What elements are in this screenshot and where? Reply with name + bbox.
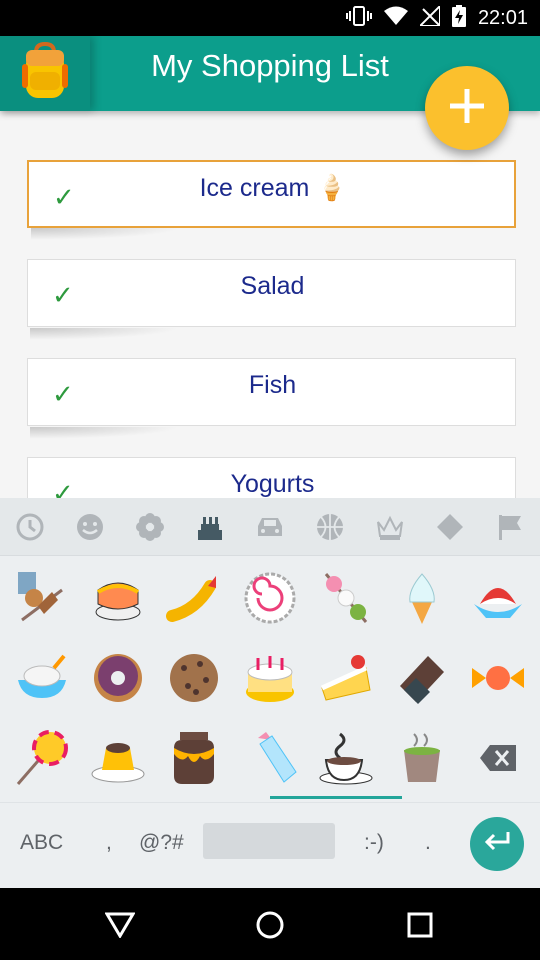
shortcake-icon[interactable] [316, 648, 376, 708]
app-logo [0, 36, 90, 111]
custard-icon[interactable] [88, 728, 148, 788]
diamond-icon[interactable] [433, 510, 467, 544]
emoticon-key[interactable]: :-) [364, 831, 384, 855]
screen: 22:01 My Shopping List ✓ Ice cream 🍦 ✓ S… [0, 0, 540, 960]
flower-icon[interactable] [133, 510, 167, 544]
soft-ice-cream-icon[interactable] [392, 568, 452, 628]
item-label: Ice cream 🍦 [199, 174, 348, 202]
add-item-button[interactable] [425, 66, 509, 150]
smiley-icon[interactable] [73, 510, 107, 544]
lollipop-icon[interactable] [12, 728, 72, 788]
abc-key[interactable]: ABC [20, 831, 63, 855]
crown-icon[interactable] [373, 510, 407, 544]
clock: 22:01 [477, 6, 528, 29]
emoji-grid [0, 562, 540, 794]
list-item[interactable]: ✓ Yogurts [27, 457, 516, 498]
no-signal-icon [417, 3, 441, 31]
enter-arrow-icon [482, 830, 512, 859]
emoji-keyboard: ABC , @?# :-) . [0, 498, 540, 888]
doughnut-icon[interactable] [88, 648, 148, 708]
recent-clock-icon[interactable] [13, 510, 47, 544]
navigation-bar [0, 888, 540, 960]
card-shadow [31, 228, 181, 240]
plus-icon [447, 86, 487, 131]
hot-beverage-icon[interactable] [316, 728, 376, 788]
page-indicator [270, 796, 402, 799]
home-icon[interactable] [253, 908, 287, 942]
oden-icon[interactable] [12, 568, 72, 628]
baby-bottle-icon[interactable] [240, 728, 300, 788]
recents-icon[interactable] [403, 908, 437, 942]
backspace-icon[interactable] [468, 728, 528, 788]
dango-icon[interactable] [316, 568, 376, 628]
backpack-icon [22, 41, 68, 105]
comma-key[interactable]: , [106, 831, 112, 855]
list-item[interactable]: ✓ Ice cream 🍦 [27, 160, 516, 240]
birthday-cake-icon[interactable] [240, 648, 300, 708]
period-key[interactable]: . [425, 831, 431, 855]
fried-shrimp-icon[interactable] [164, 568, 224, 628]
list-item[interactable]: ✓ Fish [27, 358, 516, 439]
emoji-category-bar [0, 498, 540, 556]
shaved-ice-icon[interactable] [468, 568, 528, 628]
item-label: Fish [248, 371, 297, 399]
back-icon[interactable] [103, 908, 137, 942]
flag-icon[interactable] [493, 510, 527, 544]
tea-cup-icon[interactable] [392, 728, 452, 788]
honey-pot-icon[interactable] [164, 728, 224, 788]
vibrate-icon [345, 5, 372, 32]
chocolate-bar-icon[interactable] [392, 648, 452, 708]
keyboard-bottom-bar: ABC , @?# :-) . [0, 802, 540, 888]
wifi-icon [383, 6, 408, 31]
enter-key[interactable] [470, 817, 524, 871]
car-icon[interactable] [253, 510, 287, 544]
food-cake-icon[interactable] [193, 510, 227, 544]
card-shadow [30, 427, 180, 439]
candy-icon[interactable] [468, 648, 528, 708]
item-label: Yogurts [230, 470, 315, 498]
status-bar: 22:01 [0, 0, 540, 36]
ice-cream-bowl-icon[interactable] [12, 648, 72, 708]
battery-charging-icon [451, 4, 466, 32]
shopping-list: ✓ Ice cream 🍦 ✓ Salad ✓ Fish ✓ Yogurts [0, 111, 540, 498]
cookie-icon[interactable] [164, 648, 224, 708]
ball-icon[interactable] [313, 510, 347, 544]
item-label: Salad [240, 272, 305, 300]
list-item[interactable]: ✓ Salad [27, 259, 516, 340]
fish-cake-icon[interactable] [240, 568, 300, 628]
card-shadow [30, 328, 180, 340]
space-key[interactable] [203, 823, 335, 859]
sushi-icon[interactable] [88, 568, 148, 628]
symbols-key[interactable]: @?# [139, 831, 184, 855]
